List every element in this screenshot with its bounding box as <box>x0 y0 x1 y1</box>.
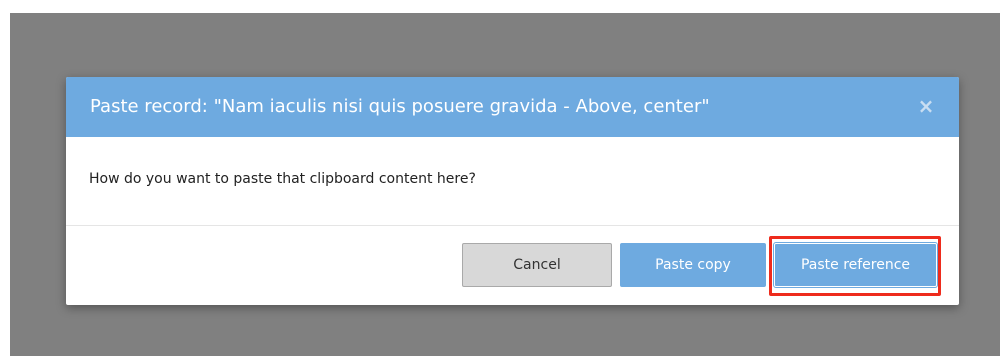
cancel-button[interactable]: Cancel <box>462 243 612 287</box>
paste-reference-button[interactable]: Paste reference <box>773 242 938 288</box>
paste-record-dialog: Paste record: "Nam iaculis nisi quis pos… <box>66 77 959 305</box>
dialog-header: Paste record: "Nam iaculis nisi quis pos… <box>66 77 959 137</box>
dialog-title: Paste record: "Nam iaculis nisi quis pos… <box>90 96 710 117</box>
dialog-message: How do you want to paste that clipboard … <box>89 171 476 187</box>
footer-divider <box>66 225 959 226</box>
paste-copy-button[interactable]: Paste copy <box>620 243 766 287</box>
dialog-body: How do you want to paste that clipboard … <box>66 137 959 225</box>
close-icon[interactable]: × <box>913 93 939 119</box>
page: Paste record: "Nam iaculis nisi quis pos… <box>0 0 1000 356</box>
